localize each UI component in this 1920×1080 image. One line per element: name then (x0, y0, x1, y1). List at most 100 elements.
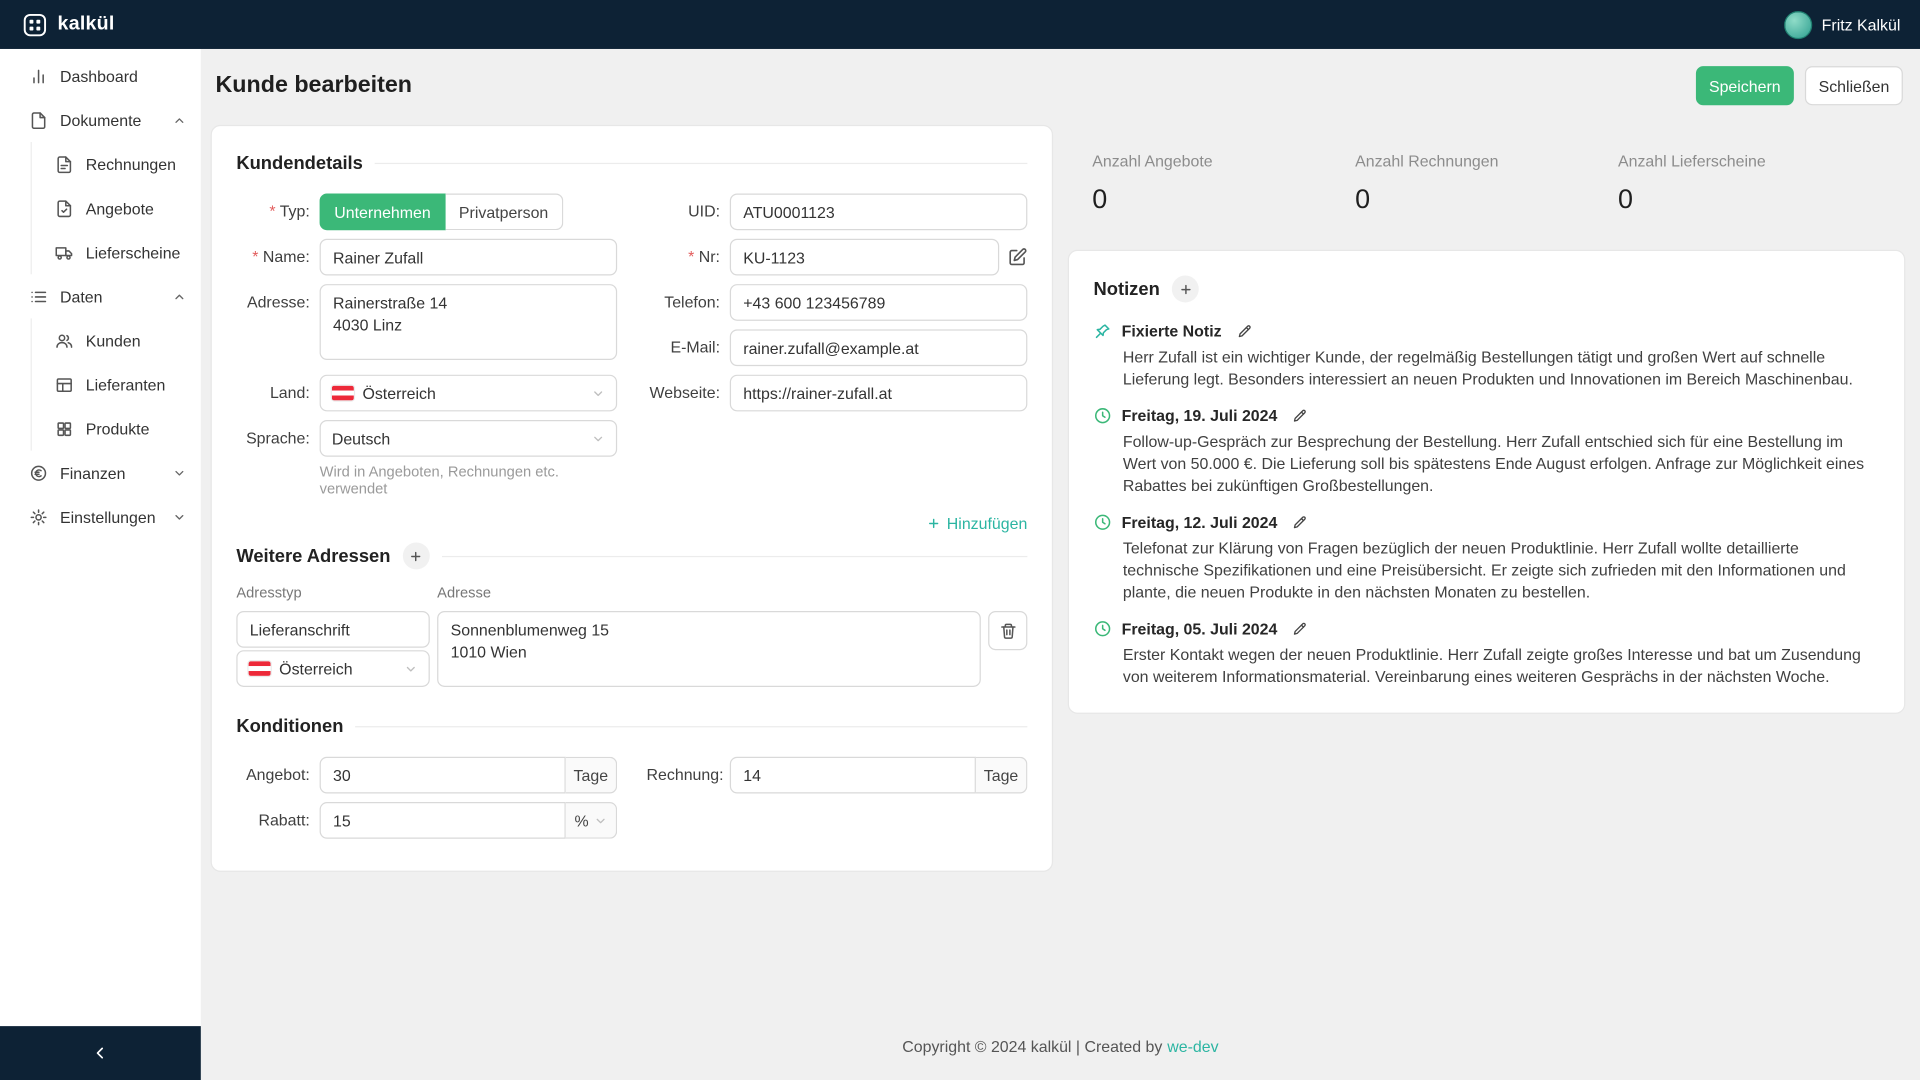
notes-title: Notizen (1093, 278, 1160, 300)
sidebar-item-daten[interactable]: Daten (0, 274, 201, 318)
address-textarea[interactable]: Sonnenblumenweg 15 1010 Wien (437, 611, 981, 687)
webseite-input[interactable] (729, 374, 1028, 412)
stats-row: Anzahl Angebote 0 Anzahl Rechnungen 0 An… (1068, 125, 1906, 216)
chevron-down-icon (173, 466, 186, 479)
close-button[interactable]: Schließen (1805, 66, 1903, 106)
col-adresstyp: Adresstyp (236, 584, 302, 602)
sprache-value: Deutsch (331, 429, 391, 448)
sidebar-item-dokumente[interactable]: Dokumente (0, 98, 201, 142)
sidebar-item-label: Rechnungen (85, 154, 177, 174)
land-select[interactable]: Österreich (319, 374, 618, 412)
angebot-label: Angebot: (246, 765, 310, 784)
gear-icon (29, 508, 47, 526)
note-title: Freitag, 05. Juli 2024 (1121, 620, 1278, 639)
pin-icon (1093, 322, 1111, 340)
clock-icon (1093, 514, 1111, 532)
edit-note-icon[interactable] (1236, 323, 1252, 339)
sidebar-item-dashboard[interactable]: Dashboard (0, 54, 201, 98)
note-entry: Freitag, 05. Juli 2024 Erster Kontakt we… (1093, 620, 1879, 688)
sidebar-item-label: Lieferanten (85, 375, 166, 394)
webseite-label: Webseite: (649, 383, 721, 402)
file-check-icon (55, 199, 73, 217)
edit-note-icon[interactable] (1292, 408, 1308, 424)
add-note-button[interactable] (1172, 275, 1199, 303)
truck-icon (55, 243, 73, 261)
sidebar-item-lieferanten[interactable]: Lieferanten (32, 362, 201, 406)
sidebar-item-label: Kunden (85, 331, 141, 350)
section-title: Konditionen (236, 716, 344, 738)
chevron-down-icon (404, 662, 417, 675)
telefon-label: Telefon: (664, 292, 721, 312)
uid-label: UID: (688, 202, 721, 221)
sidebar-item-produkte[interactable]: Produkte (32, 407, 201, 451)
we-dev-link[interactable]: we-dev (1167, 1037, 1218, 1055)
section-kundendetails: Kundendetails (236, 153, 1027, 174)
chevron-down-icon (591, 432, 604, 445)
grid-icon (55, 419, 73, 437)
adresse-textarea[interactable]: Rainerstraße 14 4030 Linz (319, 284, 618, 361)
uid-input[interactable] (729, 193, 1028, 231)
user-name: Fritz Kalkül (1821, 15, 1901, 34)
notes-card: Notizen Fixierte Notiz Herr Zufall ist e… (1067, 249, 1906, 714)
email-input[interactable] (729, 329, 1028, 367)
name-input[interactable] (319, 238, 618, 276)
page-title: Kunde bearbeiten (215, 72, 413, 98)
stat-label: Anzahl Lieferscheine (1617, 151, 1766, 171)
note-text: Erster Kontakt wegen der neuen Produktli… (1122, 645, 1861, 686)
sidebar-item-label: Produkte (85, 419, 150, 438)
stat-label: Anzahl Rechnungen (1355, 151, 1499, 171)
address-land-select[interactable]: Österreich (236, 650, 430, 687)
brand[interactable]: kalkül (22, 12, 115, 38)
main-area: Kunde bearbeiten Speichern Schließen Kun… (200, 48, 1920, 1080)
rabatt-unit-select[interactable]: % (565, 802, 618, 839)
chevron-up-icon (173, 290, 186, 303)
edit-note-icon[interactable] (1292, 515, 1308, 531)
sidebar-item-label: Angebote (85, 198, 154, 218)
sidebar-item-kunden[interactable]: Kunden (32, 318, 201, 362)
edit-number-icon[interactable] (1008, 247, 1028, 267)
sidebar-item-lieferscheine[interactable]: Lieferscheine (32, 230, 201, 274)
sidebar-item-label: Dokumente (60, 110, 142, 130)
kalkuel-logo-icon (22, 12, 48, 38)
chevron-down-icon (173, 510, 186, 523)
sidebar-item-einstellungen[interactable]: Einstellungen (0, 495, 201, 539)
plus-icon (927, 517, 940, 530)
typ-privatperson-button[interactable]: Privatperson (445, 193, 563, 231)
clock-icon (1093, 407, 1111, 425)
chevron-up-icon (173, 113, 186, 126)
user-menu[interactable]: Fritz Kalkül (1783, 10, 1901, 39)
rechnung-tage-input[interactable] (729, 756, 976, 794)
adresstyp-input[interactable] (236, 611, 430, 648)
angebot-tage-suffix: Tage (565, 756, 618, 794)
delete-address-button[interactable] (988, 611, 1028, 651)
note-text: Herr Zufall ist ein wichtiger Kunde, der… (1122, 347, 1853, 388)
sidebar-item-finanzen[interactable]: Finanzen (0, 451, 201, 495)
rabatt-unit-value: % (574, 811, 589, 830)
sidebar-item-angebote[interactable]: Angebote (32, 186, 201, 230)
edit-note-icon[interactable] (1292, 621, 1308, 637)
chevron-down-icon (591, 386, 604, 399)
address-row: Österreich Sonnenblumenweg 15 1010 Wien (236, 611, 1028, 687)
save-button[interactable]: Speichern (1695, 66, 1795, 106)
sidebar: Dashboard Dokumente Rechnungen Angebote (0, 48, 201, 1080)
note-title: Fixierte Notiz (1121, 322, 1222, 341)
angebot-tage-input[interactable] (319, 756, 566, 794)
sidebar-collapse-trigger[interactable] (0, 1026, 201, 1080)
footer: Copyright © 2024 kalkül | Created by we-d… (201, 1018, 1920, 1080)
add-address-button[interactable] (402, 542, 430, 570)
note-entry: Fixierte Notiz Herr Zufall ist ein wicht… (1093, 322, 1879, 390)
rabatt-input[interactable] (319, 802, 566, 839)
right-column: Anzahl Angebote 0 Anzahl Rechnungen 0 An… (1067, 125, 1906, 714)
add-address-link[interactable]: Hinzufügen (927, 514, 1027, 533)
telefon-input[interactable] (729, 284, 1028, 321)
typ-unternehmen-button[interactable]: Unternehmen (319, 193, 446, 231)
note-text: Telefonat zur Klärung von Fragen bezügli… (1122, 539, 1846, 601)
sprache-select[interactable]: Deutsch (319, 420, 618, 457)
sidebar-item-rechnungen[interactable]: Rechnungen (32, 142, 201, 186)
table-icon (55, 375, 73, 393)
adresse-label: Adresse: (246, 292, 310, 312)
typ-toggle: Unternehmen Privatperson (319, 193, 563, 231)
nr-input[interactable] (729, 238, 1000, 276)
name-label: Name: (236, 239, 310, 265)
note-entry: Freitag, 19. Juli 2024 Follow-up-Gespräc… (1093, 407, 1879, 496)
